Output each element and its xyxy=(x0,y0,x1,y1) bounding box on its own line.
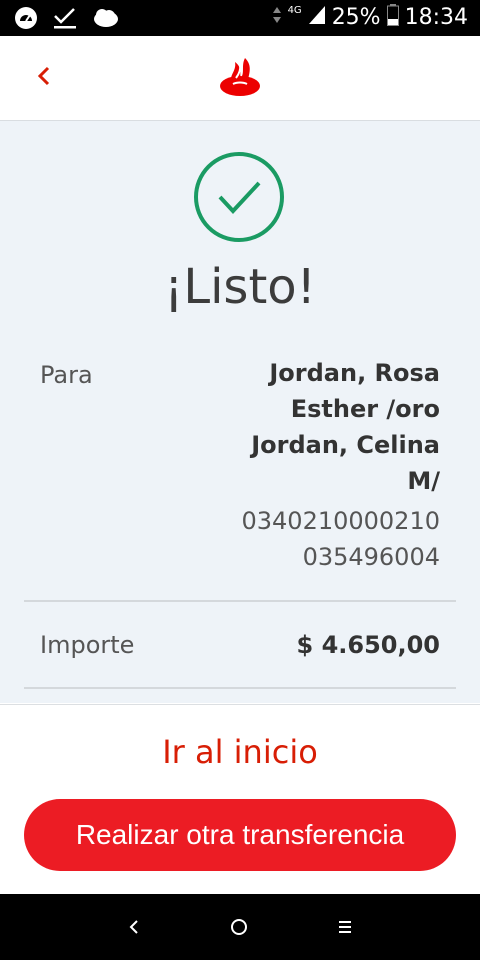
recipient-name-line: Jordan, Celina xyxy=(251,431,440,459)
signal-icon xyxy=(308,5,326,29)
app-header xyxy=(0,36,480,121)
recipient-name-line: M/ xyxy=(407,467,440,495)
clock: 18:34 xyxy=(404,4,468,30)
recipient-name: Jordan, Rosa Esther /oro Jordan, Celina … xyxy=(220,355,440,499)
data-arrows-icon xyxy=(272,5,282,29)
battery-icon xyxy=(386,4,399,30)
check-circle-icon xyxy=(193,151,285,243)
divider xyxy=(24,687,456,689)
battery-percent: 25% xyxy=(331,4,381,30)
go-home-link[interactable]: Ir al inicio xyxy=(0,733,480,771)
success-title: ¡Listo! xyxy=(164,259,316,315)
nav-home-icon[interactable] xyxy=(224,912,254,942)
recipient-account: 0340210000210 035496004 xyxy=(200,503,440,575)
chevron-left-icon xyxy=(36,65,52,91)
status-right: 4G 25% 18:34 xyxy=(272,4,468,30)
confirmation-panel: ¡Listo! Para Jordan, Rosa Esther /oro Jo… xyxy=(0,121,480,703)
recipient-name-line: Jordan, Rosa xyxy=(269,359,440,387)
download-check-icon xyxy=(52,6,78,34)
account-number-line: 0340210000210 xyxy=(241,507,440,535)
importe-value: $ 4.650,00 xyxy=(296,631,440,659)
recipient-name-line: Esther /oro xyxy=(290,395,440,423)
new-transfer-button[interactable]: Realizar otra transferencia xyxy=(24,799,456,871)
cloud-icon xyxy=(92,7,120,33)
status-bar: 4G 25% 18:34 xyxy=(0,0,480,36)
status-left-icons xyxy=(14,6,120,34)
network-type: 4G xyxy=(287,4,302,16)
back-button[interactable] xyxy=(26,60,62,96)
divider xyxy=(24,600,456,602)
santander-flame-logo xyxy=(219,56,261,98)
nav-back-icon[interactable] xyxy=(119,912,149,942)
para-label: Para xyxy=(40,361,93,389)
footer-actions: Ir al inicio Realizar otra transferencia xyxy=(0,704,480,895)
speedometer-icon xyxy=(14,6,38,34)
importe-label: Importe xyxy=(40,631,135,659)
nav-menu-icon[interactable] xyxy=(330,912,360,942)
account-number-line: 035496004 xyxy=(302,543,440,571)
system-nav-bar xyxy=(0,894,480,960)
